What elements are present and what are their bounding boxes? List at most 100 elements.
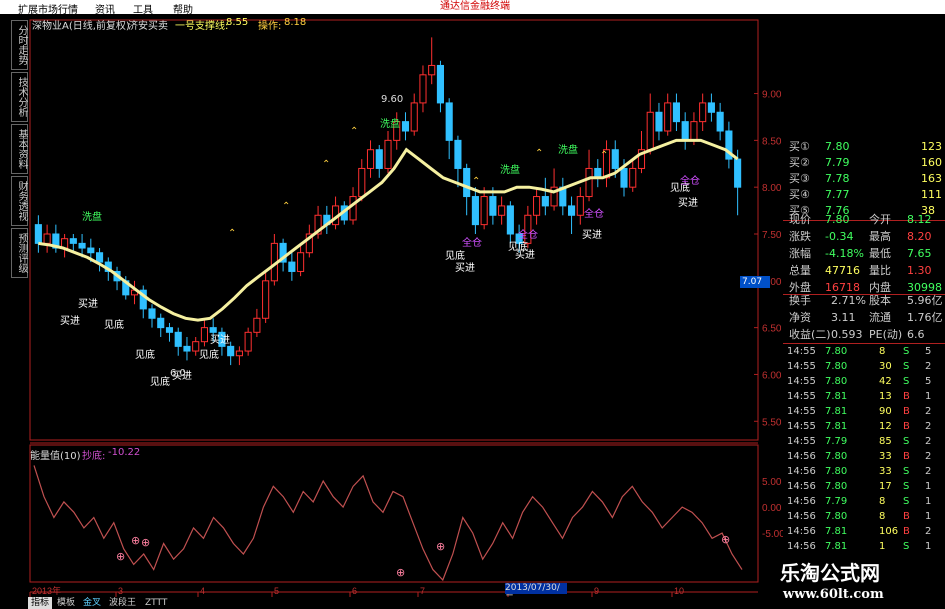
watermark-url: www.60lt.com (783, 587, 884, 602)
tick-volume: 8 (879, 496, 886, 507)
bid-price: 7.79 (825, 156, 850, 169)
energy-buy-marker: ⊕ (116, 550, 125, 563)
candle-body (401, 121, 410, 132)
buy-signal: 买进 (210, 334, 230, 346)
bottom-signal: 见底 (445, 249, 465, 262)
candle-body (611, 149, 619, 169)
stat-label: 换手 (789, 294, 811, 307)
price-axis-label: 6.00 (762, 370, 782, 381)
tick-direction: S (903, 466, 910, 477)
energy-buy-marker: ⊕ (396, 566, 405, 579)
candle-body (174, 331, 182, 347)
candle-body (576, 196, 584, 216)
tick-direction: S (903, 481, 910, 492)
candle-body (358, 167, 366, 198)
tick-time: 14:56 (787, 481, 816, 492)
bid-row: 买② 7.79 160 (783, 155, 945, 171)
stat-label: 最高 (869, 230, 891, 243)
tick-direction: S (903, 496, 910, 507)
tick-row: 14:56 7.80 33 B 2 (783, 449, 945, 464)
tick-price: 7.81 (825, 541, 848, 552)
tick-time: 14:56 (787, 451, 816, 462)
peak-marker: ⌃ (350, 126, 358, 137)
peak-marker: ⌃ (535, 148, 543, 159)
tick-volume: 42 (879, 376, 892, 387)
tick-count: 5 (925, 376, 932, 387)
peak-marker: ⌃ (322, 159, 330, 170)
candle-body (707, 102, 715, 113)
candle-body (183, 345, 191, 352)
candle-body (664, 102, 672, 132)
tick-price: 7.80 (825, 481, 848, 492)
stat-value: 7.65 (907, 247, 932, 260)
indicator-name: 济安买卖 (128, 21, 168, 32)
stat-value: 2.71% (831, 294, 866, 307)
stat-value: -0.34 (825, 230, 854, 243)
price-axis-label: 7.50 (762, 230, 782, 241)
tick-row: 14:56 7.80 33 S 2 (783, 464, 945, 479)
candle-body (227, 345, 235, 357)
tick-direction: B (903, 526, 910, 537)
candle-body (498, 205, 506, 216)
tick-volume: 33 (879, 451, 892, 462)
bid-label: 买② (789, 156, 810, 169)
time-axis-label: 2013年 (32, 585, 61, 596)
stat-row: 涨跌 -0.34 最高 8.20 (783, 229, 945, 245)
tick-price: 7.80 (825, 361, 848, 372)
tick-volume: 17 (879, 481, 892, 492)
indicator-pane-frame (29, 444, 759, 583)
tab-golden-cross[interactable]: 金叉 (80, 597, 104, 609)
tick-time: 14:55 (787, 391, 816, 402)
bottom-signal: 见底 (135, 348, 155, 361)
energy-label: 抄底: (82, 451, 106, 462)
candle-body (349, 196, 357, 221)
time-axis-label: 10 (674, 586, 684, 596)
tick-price: 7.80 (825, 466, 848, 477)
bottom-signal: 见底 (508, 240, 528, 253)
peak-marker: ⌃ (600, 150, 608, 161)
candle-body (690, 121, 698, 141)
candle-body (375, 149, 383, 169)
energy-buy-marker: ⊕ (131, 534, 140, 547)
stat-label: 收益(二) (789, 328, 831, 341)
candle-body (454, 139, 462, 169)
candle-body (410, 102, 418, 132)
candle-body (489, 196, 497, 216)
crosshair-date: 2013/07/30/二 (505, 583, 567, 604)
tab-band-king[interactable]: 波段王 (106, 597, 139, 609)
candle-body (34, 224, 42, 244)
bid-price: 7.80 (825, 140, 850, 153)
full-position-signal: 全仓 (680, 174, 700, 187)
candle-body (646, 111, 654, 151)
tick-time: 14:55 (787, 421, 816, 432)
tick-direction: S (903, 346, 910, 357)
stat-value: -4.18% (825, 247, 864, 260)
tick-price: 7.80 (825, 451, 848, 462)
bid-volume: 163 (921, 172, 942, 185)
tab-indicator[interactable]: 指标 (28, 597, 53, 609)
tick-volume: 85 (879, 436, 892, 447)
candle-body (288, 261, 296, 272)
tick-count: 2 (925, 406, 932, 417)
tick-volume: 30 (879, 361, 892, 372)
candle-body (734, 158, 742, 188)
tab-zttt[interactable]: ZTTT (142, 597, 170, 609)
candle-body (253, 317, 261, 333)
watermark-title: 乐淘公式网 (780, 561, 880, 585)
tick-count: 1 (925, 481, 932, 492)
indicator-axis-label: 5.00 (762, 477, 782, 488)
candle-body (463, 167, 471, 198)
tick-count: 1 (925, 391, 932, 402)
tick-row: 14:55 7.79 85 S 2 (783, 434, 945, 449)
tick-time: 14:56 (787, 526, 816, 537)
tab-template[interactable]: 模板 (54, 597, 78, 609)
candle-body (655, 111, 663, 132)
tick-count: 2 (925, 466, 932, 477)
wash-signal: 洗盘 (500, 163, 520, 176)
peak-marker: ⌃ (472, 176, 480, 187)
operate-label: 操作: (258, 21, 282, 32)
candle-body (506, 205, 514, 235)
stat-label: 现价 (789, 213, 811, 226)
buy-signal: 买进 (678, 197, 698, 209)
price-axis-label: 5.50 (762, 417, 782, 428)
